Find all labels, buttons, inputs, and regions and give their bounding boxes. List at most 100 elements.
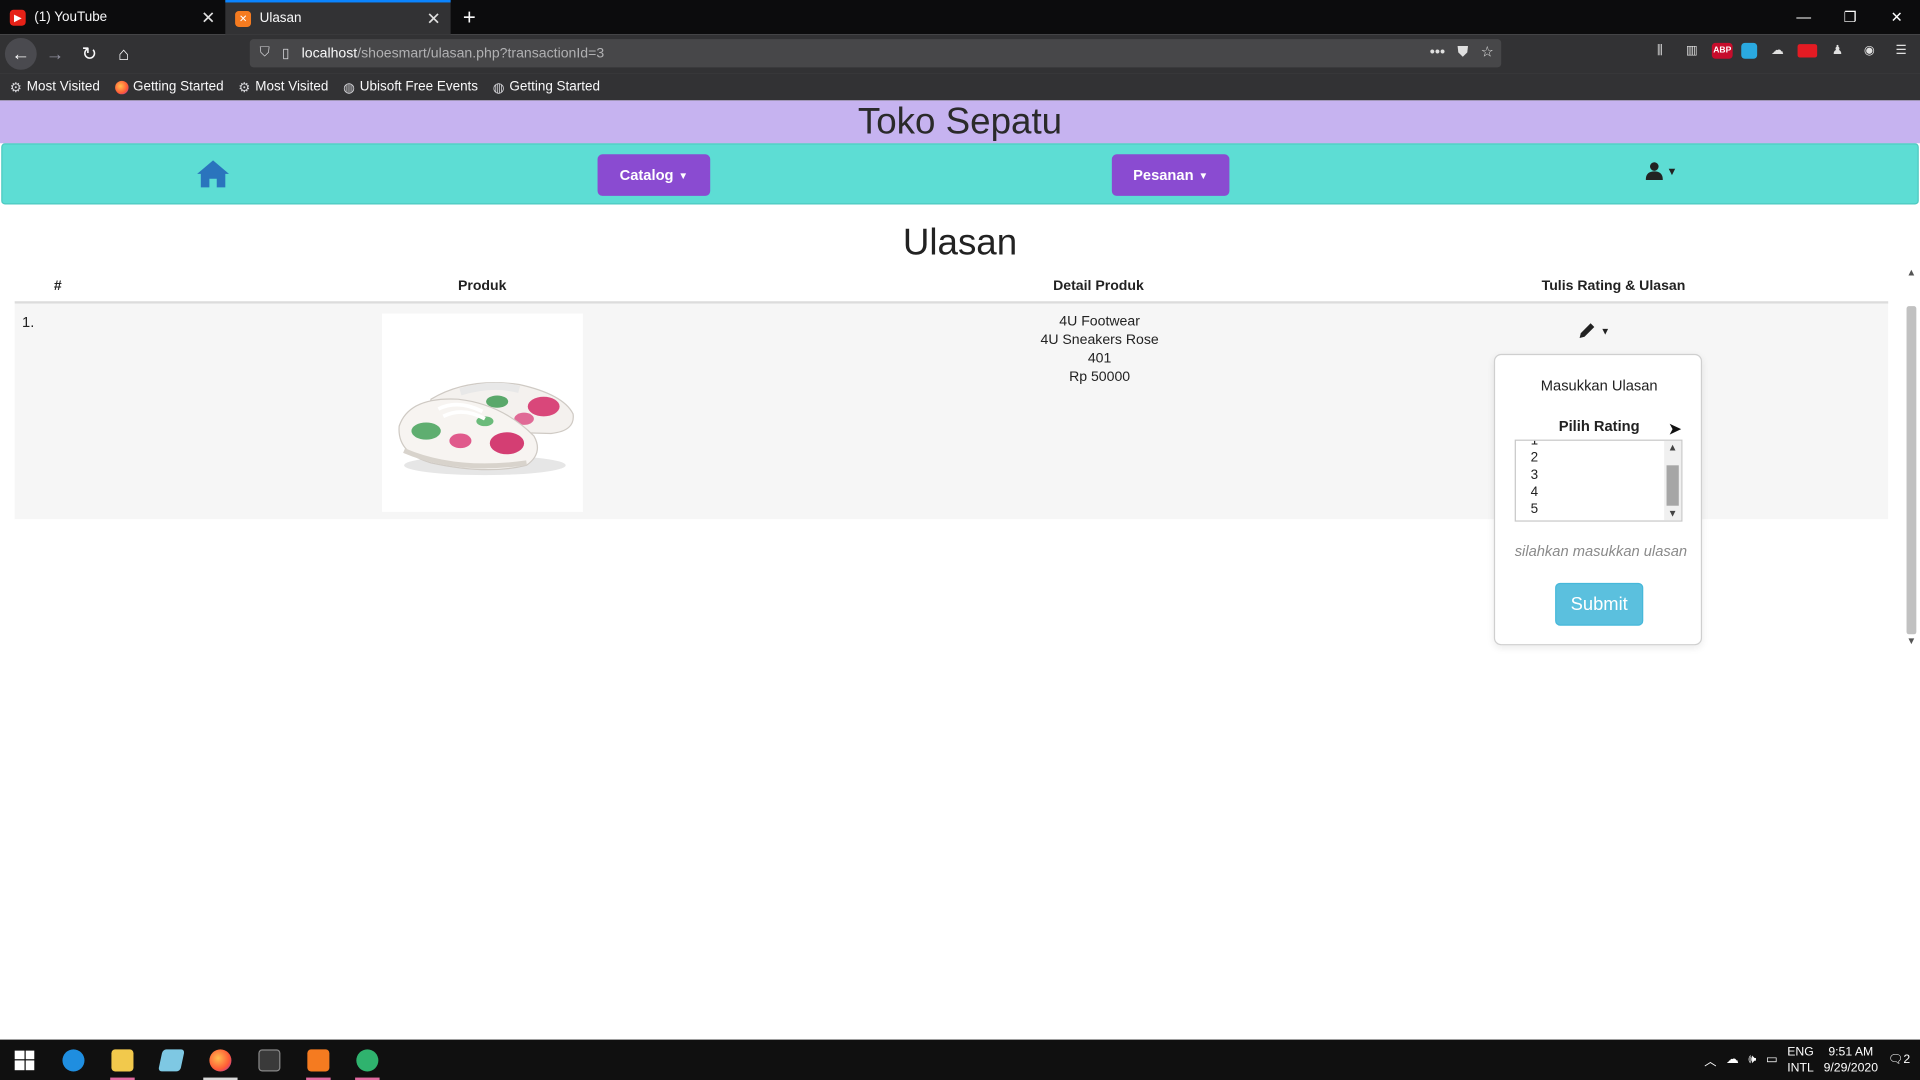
page-title: Ulasan <box>902 222 1018 264</box>
url-host: localhost <box>301 45 358 61</box>
rating-option[interactable]: 2 <box>1531 451 1539 466</box>
close-tab-icon[interactable]: ✕ <box>426 8 440 29</box>
tab-ulasan[interactable]: ✕ Ulasan ✕ <box>225 0 451 35</box>
site-navbar: Catalog ▼ Pesanan ▼ ▼ <box>1 143 1919 205</box>
back-button[interactable]: ← <box>4 37 37 70</box>
menu-icon[interactable]: ☰ <box>1889 39 1912 62</box>
write-review-toggle[interactable]: ▼ <box>1577 321 1610 341</box>
extension-user-icon[interactable]: ♟ <box>1826 39 1849 62</box>
shield-icon[interactable]: ⛉ <box>260 45 270 61</box>
xampp-icon: ✕ <box>235 10 252 27</box>
chevron-down-icon[interactable]: ▼ <box>1907 636 1917 647</box>
rating-option[interactable]: 3 <box>1531 468 1539 483</box>
product-detail: 4U Footwear 4U Sneakers Rose 401 Rp 5000… <box>977 313 1222 386</box>
home-button[interactable]: ⌂ <box>108 38 140 70</box>
edge-icon <box>62 1048 85 1071</box>
minimize-icon[interactable]: — <box>1780 0 1827 34</box>
product-price: Rp 50000 <box>1069 369 1131 385</box>
bookmark-item[interactable]: ⚙ Most Visited <box>238 79 328 95</box>
language-indicator[interactable]: ENG INTL <box>1787 1044 1814 1076</box>
restore-icon[interactable]: ❐ <box>1827 0 1874 34</box>
taskbar-app[interactable] <box>343 1040 392 1080</box>
window-controls: — ❐ ✕ <box>1780 0 1920 34</box>
bookmarks-bar: ⚙ Most Visited Getting Started ⚙ Most Visi… <box>0 73 1920 101</box>
submit-button[interactable]: Submit <box>1555 582 1644 626</box>
pocket-icon[interactable]: ⛊ <box>1457 43 1468 61</box>
taskbar-xampp[interactable] <box>294 1040 343 1080</box>
volume-icon[interactable]: 🕪 <box>1748 1053 1756 1066</box>
tab-strip: ▶ (1) YouTube ✕ ✕ Ulasan ✕ + — ❐ ✕ <box>0 0 1920 35</box>
rating-option[interactable]: 1 <box>1531 441 1539 448</box>
taskbar-media[interactable] <box>245 1040 294 1080</box>
chevron-up-icon[interactable]: ︿ <box>1704 1051 1716 1069</box>
close-tab-icon[interactable]: ✕ <box>201 7 215 28</box>
rating-option[interactable]: 4 <box>1531 485 1539 500</box>
system-tray: ︿ ☁ 🕪 ▭ ENG INTL 9:51 AM 9/29/2020 🗨2 <box>1704 1040 1920 1080</box>
taskbar-notepad[interactable] <box>147 1040 196 1080</box>
forward-button[interactable]: → <box>39 38 71 70</box>
sidebar-icon[interactable]: ▥ <box>1680 39 1703 62</box>
extension-cloud-icon[interactable]: ☁ <box>1766 39 1789 62</box>
extension-red-icon[interactable] <box>1797 44 1818 58</box>
bookmark-star-icon[interactable]: ☆ <box>1481 43 1494 61</box>
cloud-icon[interactable]: ☁ <box>1726 1053 1738 1066</box>
product-image <box>382 313 583 512</box>
bookmark-item[interactable]: ◍ Ubisoft Free Events <box>343 79 478 95</box>
rating-select[interactable]: 1 2 3 4 5 ▲ ▼ <box>1514 439 1683 522</box>
clock[interactable]: 9:51 AM 9/29/2020 <box>1824 1044 1878 1076</box>
reload-button[interactable]: ↻ <box>73 38 105 70</box>
user-menu[interactable]: ▼ <box>1645 162 1677 181</box>
more-actions-icon[interactable]: ••• <box>1430 43 1445 61</box>
notification-icon[interactable]: 🗨2 <box>1888 1053 1910 1066</box>
column-header: Detail Produk <box>1053 279 1144 294</box>
product-brand: 4U Footwear <box>1059 314 1140 330</box>
browser-toolbar: ← → ↻ ⌂ ⛉ ▯ localhost/shoesmart/ulasan.p… <box>0 34 1920 74</box>
app-icon <box>356 1048 379 1071</box>
url-bar[interactable]: ⛉ ▯ localhost/shoesmart/ulasan.php?trans… <box>249 39 1502 68</box>
bookmark-item[interactable]: ◍ Getting Started <box>493 79 600 95</box>
close-window-icon[interactable]: ✕ <box>1873 0 1920 34</box>
orders-dropdown[interactable]: Pesanan ▼ <box>1111 154 1230 196</box>
home-icon[interactable] <box>196 158 230 190</box>
network-icon[interactable]: ▭ <box>1766 1053 1778 1066</box>
bookmark-item[interactable]: Getting Started <box>114 79 224 95</box>
extension-eyes-icon[interactable]: ◉ <box>1858 39 1881 62</box>
rating-option[interactable]: 5 <box>1531 502 1539 517</box>
bookmark-item[interactable]: ⚙ Most Visited <box>10 79 100 95</box>
column-header: Produk <box>457 279 507 294</box>
gear-icon: ⚙ <box>238 80 251 95</box>
windows-icon <box>14 1050 35 1070</box>
taskbar-explorer[interactable] <box>98 1040 147 1080</box>
tab-title: (1) YouTube <box>34 9 108 25</box>
page-scrollbar[interactable]: ▲ ▼ <box>1902 266 1920 647</box>
chevron-down-icon[interactable]: ▼ <box>1668 508 1678 519</box>
firefox-icon <box>114 80 129 94</box>
taskbar-edge[interactable] <box>49 1040 98 1080</box>
tab-youtube[interactable]: ▶ (1) YouTube ✕ <box>0 0 225 34</box>
review-input[interactable]: silahkan masukkan ulasan <box>1515 542 1687 559</box>
chevron-up-icon[interactable]: ▲ <box>1907 267 1917 278</box>
bookmark-label: Ubisoft Free Events <box>359 79 479 95</box>
library-icon[interactable]: ⫼ <box>1648 39 1671 62</box>
catalog-label: Catalog <box>619 166 674 184</box>
url-path: /shoesmart/ulasan.php?transactionId=3 <box>357 45 605 61</box>
catalog-dropdown[interactable]: Catalog ▼ <box>597 154 711 196</box>
page-info-icon[interactable]: ▯ <box>282 45 289 62</box>
bookmark-label: Getting Started <box>132 79 224 95</box>
folder-icon <box>111 1048 134 1071</box>
notepad-icon <box>158 1048 185 1071</box>
tab-title: Ulasan <box>259 11 302 26</box>
extension-blue-icon[interactable] <box>1741 42 1758 59</box>
taskbar-firefox[interactable] <box>196 1040 245 1080</box>
listbox-scrollbar[interactable]: ▲ ▼ <box>1664 440 1682 521</box>
new-tab-button[interactable]: + <box>451 0 488 34</box>
caret-down-icon: ▼ <box>678 169 689 181</box>
adblock-icon[interactable]: ABP <box>1711 42 1733 59</box>
scrollbar-thumb[interactable] <box>1906 306 1917 635</box>
notification-count: 2 <box>1903 1053 1911 1067</box>
scrollbar-thumb[interactable] <box>1666 465 1679 506</box>
chevron-up-icon[interactable]: ▲ <box>1668 442 1678 453</box>
start-button[interactable] <box>0 1040 49 1080</box>
bookmark-label: Most Visited <box>255 79 329 95</box>
pencil-icon <box>1579 323 1595 338</box>
